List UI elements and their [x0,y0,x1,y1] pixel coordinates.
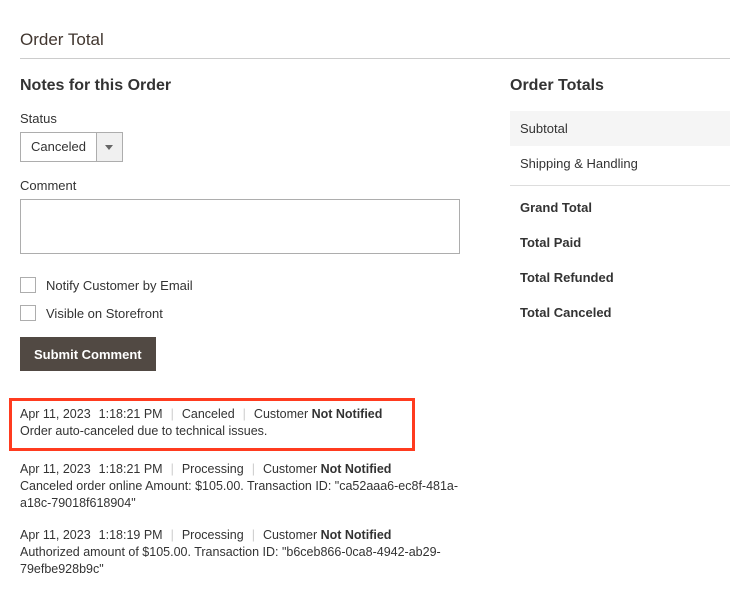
history-time: 1:18:19 PM [99,528,163,542]
section-title: Order Total [20,30,730,50]
totals-row: Shipping & Handling [510,146,730,181]
separator: | [171,407,174,421]
totals-row: Grand Total [510,190,730,225]
section-divider [20,58,730,59]
history-time: 1:18:21 PM [99,407,163,421]
history-time: 1:18:21 PM [99,462,163,476]
history-status: Processing [182,462,244,476]
notify-checkbox[interactable] [20,277,36,293]
separator: | [171,528,174,542]
chevron-down-icon [96,133,122,161]
history-status: Canceled [182,407,235,421]
totals-row: Total Paid [510,225,730,260]
history-date: Apr 11, 2023 [20,407,91,421]
comment-label: Comment [20,178,470,193]
history-body: Order auto-canceled due to technical iss… [20,423,404,440]
history-item: Apr 11, 2023 1:18:21 PM | Canceled | Customer… [12,401,412,448]
history-item-header: Apr 11, 2023 1:18:21 PM | Canceled | Customer… [20,407,404,421]
status-select-value: Canceled [21,133,96,161]
separator: | [252,462,255,476]
comment-textarea[interactable] [20,199,460,254]
totals-row: Subtotal [510,111,730,146]
history-body: Authorized amount of $105.00. Transactio… [20,544,470,578]
separator: | [171,462,174,476]
visible-checkbox[interactable] [20,305,36,321]
separator: | [243,407,246,421]
history-body: Canceled order online Amount: $105.00. T… [20,478,470,512]
order-totals-list: SubtotalShipping & HandlingGrand TotalTo… [510,111,730,330]
submit-comment-button[interactable]: Submit Comment [20,337,156,371]
totals-row: Total Refunded [510,260,730,295]
notify-checkbox-label: Notify Customer by Email [46,278,193,293]
history-date: Apr 11, 2023 [20,462,91,476]
history-item-header: Apr 11, 2023 1:18:19 PM | Processing | Custom… [20,528,470,542]
status-select[interactable]: Canceled [20,132,123,162]
history-date: Apr 11, 2023 [20,528,91,542]
totals-row: Total Canceled [510,295,730,330]
history-item: Apr 11, 2023 1:18:21 PM | Processing | Custom… [20,462,470,512]
separator: | [252,528,255,542]
totals-divider [510,185,730,186]
status-label: Status [20,111,470,126]
order-totals-heading: Order Totals [510,77,730,95]
history-customer-notified: Customer Not Notified [254,407,382,421]
history-item: Apr 11, 2023 1:18:19 PM | Processing | Custom… [20,528,470,578]
visible-checkbox-label: Visible on Storefront [46,306,163,321]
history-customer-notified: Customer Not Notified [263,462,391,476]
history-status: Processing [182,528,244,542]
order-history: Apr 11, 2023 1:18:21 PM | Canceled | Customer… [20,401,470,577]
history-customer-notified: Customer Not Notified [263,528,391,542]
notes-heading: Notes for this Order [20,77,470,95]
history-item-header: Apr 11, 2023 1:18:21 PM | Processing | Custom… [20,462,470,476]
